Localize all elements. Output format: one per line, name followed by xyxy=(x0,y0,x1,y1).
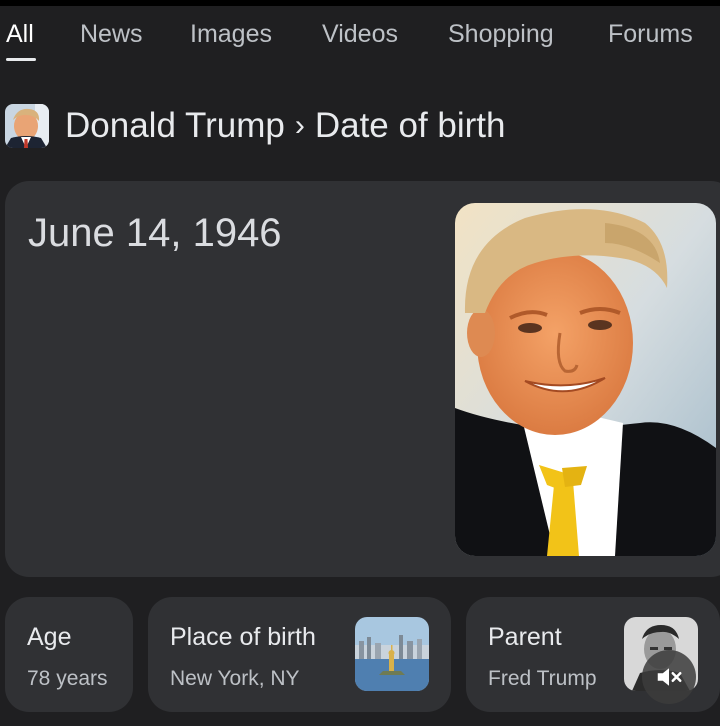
entity-avatar[interactable] xyxy=(5,104,49,148)
search-tabs: All News Images Videos Shopping Forums xyxy=(0,6,720,66)
tab-shopping[interactable]: Shopping xyxy=(448,20,554,49)
mute-button[interactable] xyxy=(642,650,696,704)
chip-title: Age xyxy=(27,623,72,651)
breadcrumb-attribute: Date of birth xyxy=(314,106,506,145)
tab-videos[interactable]: Videos xyxy=(322,20,398,49)
date-of-birth-answer: June 14, 1946 xyxy=(28,211,282,255)
active-tab-indicator xyxy=(6,58,36,61)
chip-title: Parent xyxy=(488,623,562,651)
chip-value: New York, NY xyxy=(170,667,300,690)
chip-value: 78 years xyxy=(27,667,108,690)
new-york-thumbnail xyxy=(355,617,429,691)
related-chip-place-of-birth[interactable]: Place of birth New York, NY xyxy=(148,597,451,712)
tab-forums[interactable]: Forums xyxy=(608,20,693,49)
tab-news[interactable]: News xyxy=(80,20,143,49)
tab-images[interactable]: Images xyxy=(190,20,272,49)
related-chip-age[interactable]: Age 78 years xyxy=(5,597,133,712)
speaker-muted-icon xyxy=(657,668,682,686)
tab-all[interactable]: All xyxy=(6,20,34,49)
breadcrumb: Donald Trump › Date of birth xyxy=(5,100,505,152)
chip-title: Place of birth xyxy=(170,623,316,651)
answer-card: June 14, 1946 xyxy=(5,181,720,577)
breadcrumb-entity[interactable]: Donald Trump xyxy=(65,106,285,146)
breadcrumb-separator: › xyxy=(294,109,305,142)
portrait-image[interactable] xyxy=(455,203,716,556)
chip-value: Fred Trump xyxy=(488,667,597,690)
